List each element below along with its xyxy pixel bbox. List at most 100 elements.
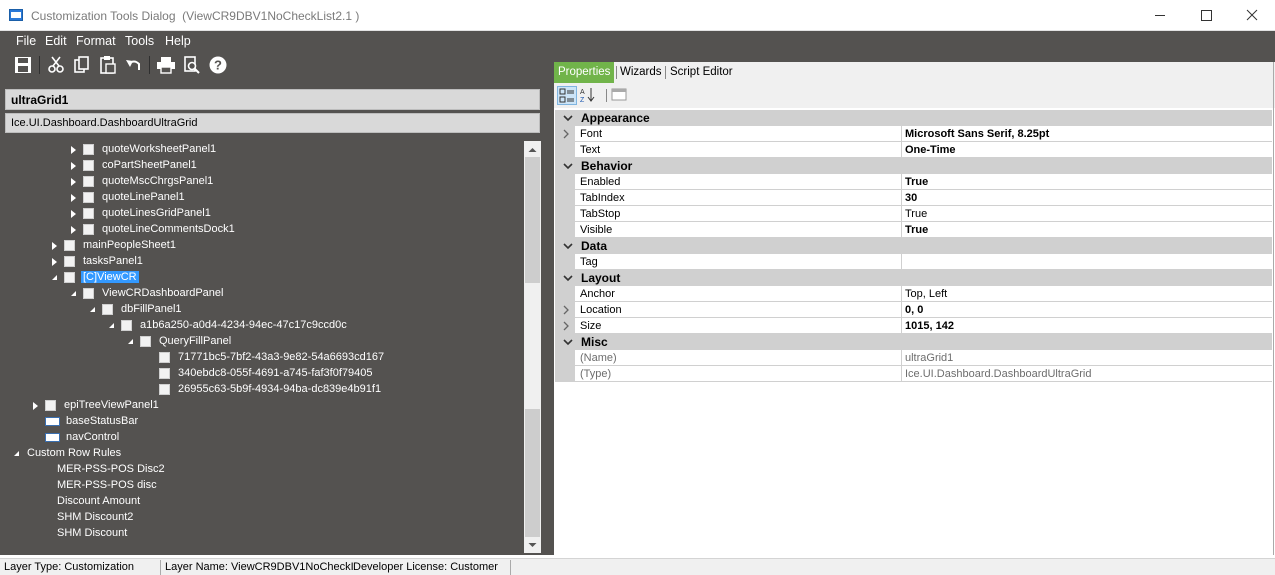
tree-node[interactable]: MER-PSS-POS disc (5, 478, 523, 494)
property-value[interactable]: ultraGrid1 (905, 352, 953, 364)
tree-node[interactable]: navControl (5, 430, 523, 446)
property-divider[interactable] (901, 222, 902, 238)
property-row[interactable]: (Type) Ice.UI.Dashboard.DashboardUltraGri… (555, 366, 1272, 382)
tab-script-editor[interactable]: Script Editor (666, 62, 737, 83)
tree-node[interactable]: quoteLinePanel1 (5, 190, 523, 206)
property-category[interactable]: Data (555, 238, 1272, 254)
category-collapse-icon[interactable] (563, 161, 573, 171)
expand-arrow-icon[interactable] (71, 162, 76, 170)
scroll-thumb[interactable] (525, 157, 540, 283)
property-expand-icon[interactable] (562, 305, 570, 315)
property-expand-icon[interactable] (562, 321, 570, 331)
undo-button[interactable] (123, 55, 145, 75)
tree-node[interactable]: 71771bc5-7bf2-43a3-9e82-54a6693cd167 (5, 350, 523, 366)
scroll-thumb-lower[interactable] (525, 409, 540, 537)
category-collapse-icon[interactable] (563, 241, 573, 251)
property-value[interactable]: 1015, 142 (905, 320, 954, 332)
scroll-down-icon[interactable] (524, 538, 541, 552)
property-divider[interactable] (901, 142, 902, 158)
tab-wizards[interactable]: Wizards (616, 62, 666, 83)
paste-button[interactable] (97, 55, 119, 75)
property-row[interactable]: TabIndex 30 (555, 190, 1272, 206)
property-divider[interactable] (901, 286, 902, 302)
tree-node[interactable]: 26955c63-5b9f-4934-94ba-dc839e4b91f1 (5, 382, 523, 398)
property-divider[interactable] (901, 302, 902, 318)
property-category[interactable]: Layout (555, 270, 1272, 286)
cut-button[interactable] (45, 55, 67, 75)
minimize-button[interactable] (1137, 0, 1183, 31)
property-expand-icon[interactable] (562, 129, 570, 139)
property-value[interactable]: True (905, 208, 927, 220)
collapse-arrow-icon[interactable] (71, 291, 76, 296)
collapse-arrow-icon[interactable] (128, 339, 133, 344)
property-divider[interactable] (901, 366, 902, 382)
tree-node[interactable]: baseStatusBar (5, 414, 523, 430)
tree-node[interactable]: a1b6a250-a0d4-4234-94ec-47c17c9ccd0c (5, 318, 523, 334)
maximize-button[interactable] (1183, 0, 1229, 31)
scroll-up-icon[interactable] (524, 143, 541, 157)
tree-node[interactable]: quoteLinesGridPanel1 (5, 206, 523, 222)
tree-scrollbar[interactable] (524, 141, 541, 553)
property-value[interactable]: 30 (905, 192, 917, 204)
property-value[interactable]: Top, Left (905, 288, 947, 300)
property-category[interactable]: Misc (555, 334, 1272, 350)
menu-edit[interactable]: Edit (45, 34, 67, 48)
tree-node[interactable]: quoteMscChrgsPanel1 (5, 174, 523, 190)
tab-properties[interactable]: Properties (554, 62, 615, 83)
tree-node[interactable]: SHM Discount2 (5, 510, 523, 526)
menu-help[interactable]: Help (165, 34, 191, 48)
property-divider[interactable] (901, 174, 902, 190)
tree-node[interactable]: QueryFillPanel (5, 334, 523, 350)
tree-node[interactable]: quoteLineCommentsDock1 (5, 222, 523, 238)
tree-node[interactable]: Custom Row Rules (5, 446, 523, 462)
property-row[interactable]: Text One-Time (555, 142, 1272, 158)
property-category[interactable]: Behavior (555, 158, 1272, 174)
property-value[interactable]: True (905, 224, 928, 236)
tree-node[interactable]: dbFillPanel1 (5, 302, 523, 318)
property-row[interactable]: Tag (555, 254, 1272, 270)
expand-arrow-icon[interactable] (52, 258, 57, 266)
help-button[interactable]: ? (207, 55, 229, 75)
tree-node[interactable]: epiTreeViewPanel1 (5, 398, 523, 414)
tree-node[interactable]: MER-PSS-POS Disc2 (5, 462, 523, 478)
tree-node[interactable]: SHM Discount (5, 526, 523, 542)
property-row[interactable]: Location 0, 0 (555, 302, 1272, 318)
property-row[interactable]: Size 1015, 142 (555, 318, 1272, 334)
property-row[interactable]: Anchor Top, Left (555, 286, 1272, 302)
property-pages-button[interactable] (610, 86, 630, 105)
property-divider[interactable] (901, 254, 902, 270)
tree-node[interactable]: ViewCRDashboardPanel (5, 286, 523, 302)
copy-button[interactable] (71, 55, 93, 75)
collapse-arrow-icon[interactable] (90, 307, 95, 312)
print-button[interactable] (155, 55, 177, 75)
close-button[interactable] (1229, 0, 1275, 31)
property-row[interactable]: (Name) ultraGrid1 (555, 350, 1272, 366)
alphabetical-button[interactable]: AZ (579, 86, 599, 105)
expand-arrow-icon[interactable] (33, 402, 38, 410)
control-tree[interactable]: quoteWorksheetPanel1 coPartSheetPanel1 quo… (5, 141, 525, 551)
property-row[interactable]: TabStop True (555, 206, 1272, 222)
collapse-arrow-icon[interactable] (14, 451, 19, 456)
property-row[interactable]: Enabled True (555, 174, 1272, 190)
tree-node[interactable]: Discount Amount (5, 494, 523, 510)
property-category[interactable]: Appearance (555, 110, 1272, 126)
property-value[interactable]: Ice.UI.Dashboard.DashboardUltraGrid (905, 368, 1091, 380)
menu-file[interactable]: File (16, 34, 36, 48)
collapse-arrow-icon[interactable] (52, 275, 57, 280)
category-collapse-icon[interactable] (563, 337, 573, 347)
property-value[interactable]: One-Time (905, 144, 956, 156)
property-divider[interactable] (901, 318, 902, 334)
tree-node[interactable]: 340ebdc8-055f-4691-a745-faf3f0f79405 (5, 366, 523, 382)
print-preview-button[interactable] (181, 55, 203, 75)
property-value[interactable]: True (905, 176, 928, 188)
menu-tools[interactable]: Tools (125, 34, 154, 48)
expand-arrow-icon[interactable] (71, 226, 76, 234)
expand-arrow-icon[interactable] (71, 194, 76, 202)
property-divider[interactable] (901, 126, 902, 142)
property-value[interactable]: Microsoft Sans Serif, 8.25pt (905, 128, 1049, 140)
property-divider[interactable] (901, 206, 902, 222)
category-collapse-icon[interactable] (563, 273, 573, 283)
expand-arrow-icon[interactable] (71, 178, 76, 186)
expand-arrow-icon[interactable] (71, 210, 76, 218)
expand-arrow-icon[interactable] (52, 242, 57, 250)
